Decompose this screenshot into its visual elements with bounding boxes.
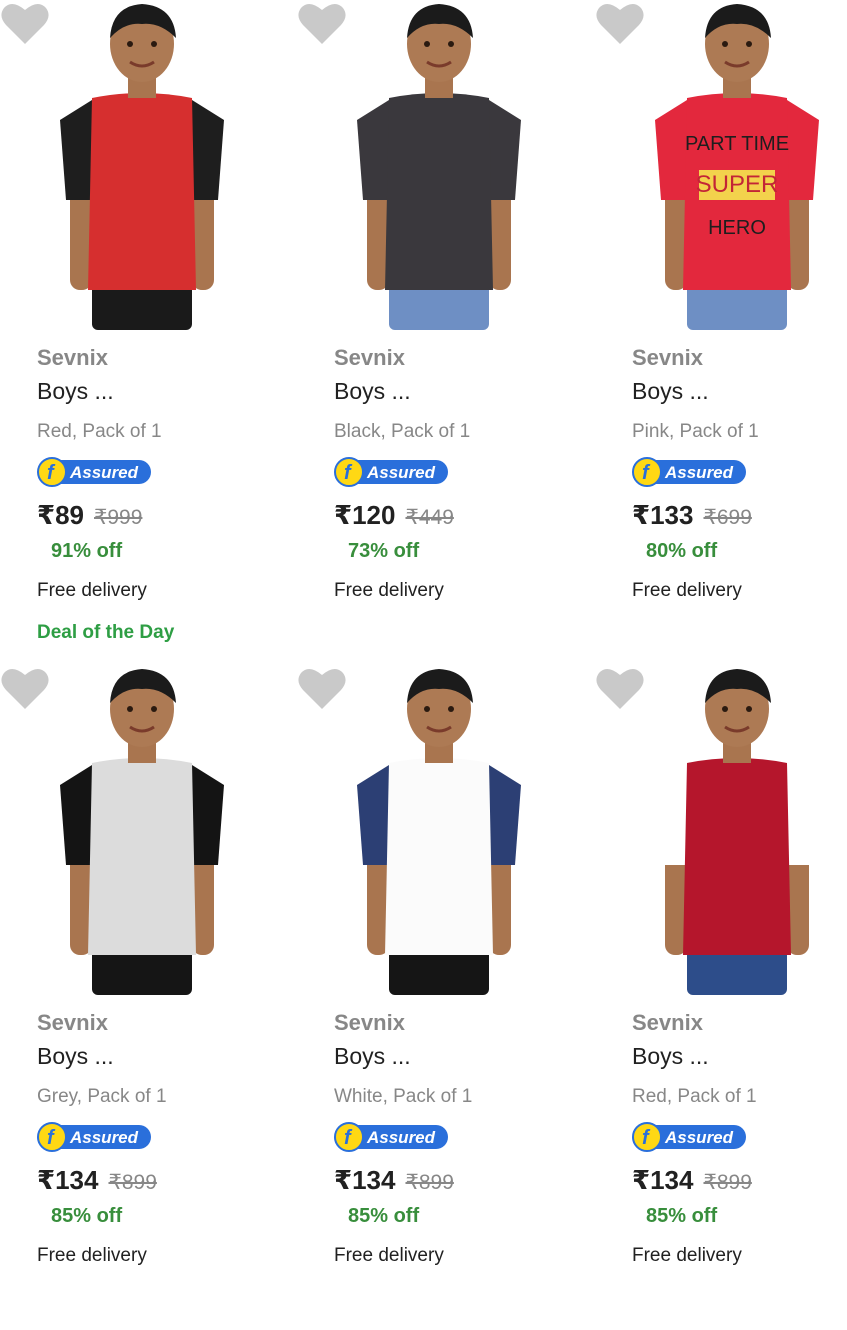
product-variant: Pink, Pack of 1 [632, 421, 759, 442]
product-title[interactable]: Boys ... [632, 378, 709, 405]
product-title[interactable]: Boys ... [334, 1043, 411, 1070]
discount-percent: 91% off [51, 540, 123, 562]
product-card[interactable]: Sevnix Boys ... White, Pack of 1 f Assur… [297, 665, 579, 1330]
shirt-print-text: PART TIME [685, 133, 789, 155]
product-variant: Grey, Pack of 1 [37, 1086, 167, 1107]
product-brand: Sevnix [334, 345, 405, 370]
original-price: ₹449 [405, 506, 454, 529]
product-variant: Red, Pack of 1 [37, 421, 162, 442]
svg-text:Assured: Assured [366, 463, 436, 482]
flipkart-assured-badge: f Assured [334, 457, 448, 487]
flipkart-assured-badge: f Assured [334, 1122, 448, 1152]
product-card[interactable]: Sevnix Boys ... Red, Pack of 1 f Assured… [0, 0, 282, 665]
heart-icon[interactable] [595, 665, 645, 711]
product-image[interactable] [297, 0, 579, 330]
original-price: ₹699 [703, 506, 752, 529]
product-image[interactable] [0, 665, 282, 995]
original-price: ₹899 [405, 1171, 454, 1194]
selling-price: ₹120 [334, 500, 396, 530]
price-row: ₹134 ₹899 [37, 1165, 157, 1196]
product-title[interactable]: Boys ... [37, 378, 114, 405]
svg-text:Assured: Assured [664, 1128, 734, 1147]
discount-percent: 85% off [348, 1205, 420, 1227]
product-brand: Sevnix [334, 1010, 405, 1035]
shirt-print-text: HERO [708, 217, 766, 239]
selling-price: ₹134 [632, 1165, 694, 1195]
product-variant: Red, Pack of 1 [632, 1086, 757, 1107]
delivery-info: Free delivery [37, 580, 147, 601]
selling-price: ₹134 [334, 1165, 396, 1195]
product-card[interactable]: PART TIME SUPER HERO Sevnix Boys ... Pink,… [595, 0, 847, 665]
selling-price: ₹133 [632, 500, 694, 530]
product-image[interactable] [0, 0, 282, 330]
deal-of-the-day-label: Deal of the Day [37, 622, 175, 643]
product-title[interactable]: Boys ... [334, 378, 411, 405]
product-image[interactable]: PART TIME SUPER HERO [595, 0, 847, 330]
product-card[interactable]: Sevnix Boys ... Grey, Pack of 1 f Assure… [0, 665, 282, 1330]
original-price: ₹899 [108, 1171, 157, 1194]
product-brand: Sevnix [37, 345, 108, 370]
product-brand: Sevnix [37, 1010, 108, 1035]
flipkart-assured-badge: f Assured [37, 1122, 151, 1152]
discount-percent: 73% off [348, 540, 420, 562]
svg-text:Assured: Assured [366, 1128, 436, 1147]
product-brand: Sevnix [632, 1010, 703, 1035]
selling-price: ₹89 [37, 500, 85, 530]
flipkart-assured-badge: f Assured [37, 457, 151, 487]
original-price: ₹999 [94, 506, 143, 529]
price-row: ₹134 ₹899 [334, 1165, 454, 1196]
product-title[interactable]: Boys ... [37, 1043, 114, 1070]
price-row: ₹133 ₹699 [632, 500, 752, 531]
heart-icon[interactable] [0, 665, 50, 711]
original-price: ₹899 [703, 1171, 752, 1194]
product-title[interactable]: Boys ... [632, 1043, 709, 1070]
discount-percent: 80% off [646, 540, 718, 562]
price-row: ₹120 ₹449 [334, 500, 454, 531]
heart-icon[interactable] [0, 0, 50, 46]
product-variant: White, Pack of 1 [334, 1086, 473, 1107]
flipkart-assured-badge: f Assured [632, 457, 746, 487]
svg-text:Assured: Assured [69, 1128, 139, 1147]
price-row: ₹89 ₹999 [37, 500, 142, 531]
selling-price: ₹134 [37, 1165, 99, 1195]
delivery-info: Free delivery [334, 580, 444, 601]
flipkart-assured-badge: f Assured [632, 1122, 746, 1152]
product-image[interactable] [595, 665, 847, 995]
svg-text:Assured: Assured [664, 463, 734, 482]
product-card[interactable]: Sevnix Boys ... Black, Pack of 1 f Assur… [297, 0, 579, 665]
heart-icon[interactable] [595, 0, 645, 46]
svg-text:Assured: Assured [69, 463, 139, 482]
discount-percent: 85% off [646, 1205, 718, 1227]
product-image[interactable] [297, 665, 579, 995]
delivery-info: Free delivery [334, 1245, 444, 1266]
price-row: ₹134 ₹899 [632, 1165, 752, 1196]
heart-icon[interactable] [297, 665, 347, 711]
delivery-info: Free delivery [632, 580, 742, 601]
delivery-info: Free delivery [37, 1245, 147, 1266]
product-variant: Black, Pack of 1 [334, 421, 471, 442]
product-grid: Sevnix Boys ... Red, Pack of 1 f Assured… [0, 0, 847, 1280]
discount-percent: 85% off [51, 1205, 123, 1227]
shirt-print-text: SUPER [696, 171, 779, 198]
product-brand: Sevnix [632, 345, 703, 370]
delivery-info: Free delivery [632, 1245, 742, 1266]
product-card[interactable]: Sevnix Boys ... Red, Pack of 1 f Assured… [595, 665, 847, 1330]
heart-icon[interactable] [297, 0, 347, 46]
